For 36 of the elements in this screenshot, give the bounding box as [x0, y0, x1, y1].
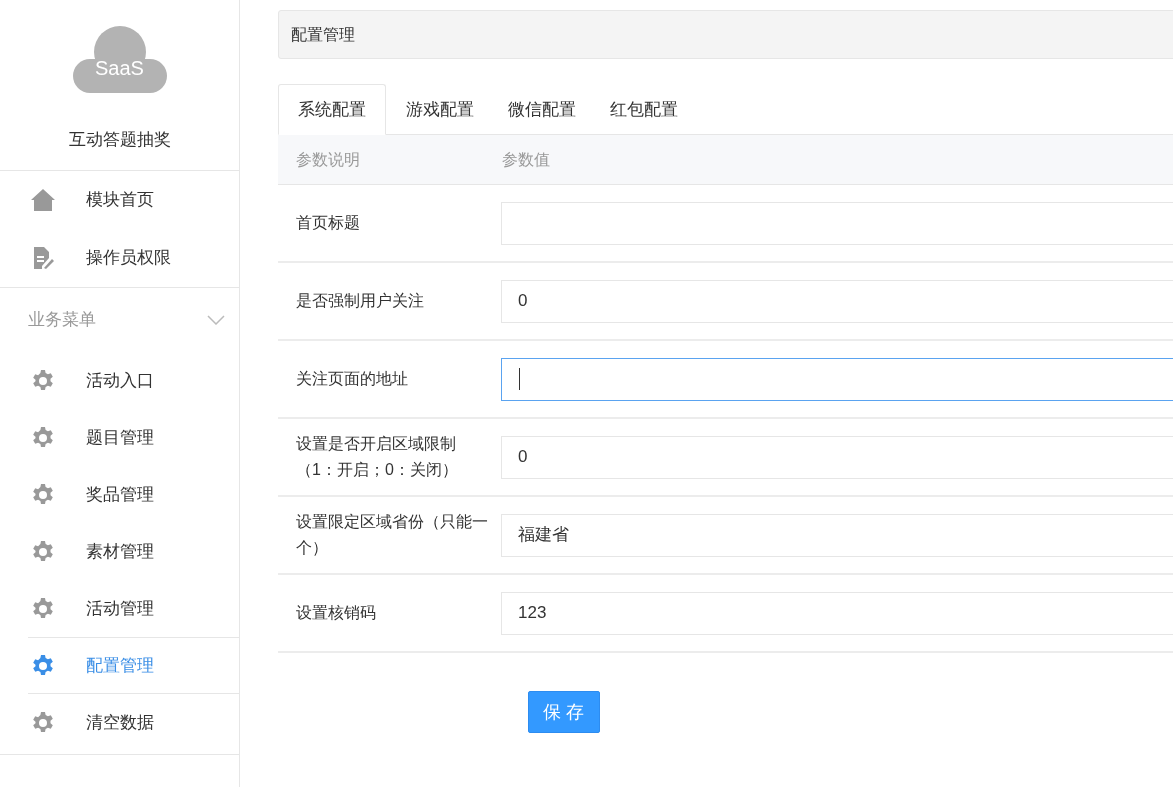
sidebar-item[interactable]: 题目管理 [28, 409, 239, 466]
input-field[interactable]: 福建省 [501, 513, 1173, 557]
gear-icon [31, 425, 55, 450]
input-field[interactable]: 0 [501, 435, 1173, 479]
home-icon [30, 188, 56, 212]
gear-icon [31, 596, 55, 621]
parameter-label: 是否强制用户关注 [295, 291, 425, 311]
input-field[interactable] [501, 357, 1173, 401]
document-edit-icon [31, 246, 55, 270]
sidebar-item[interactable]: 活动管理 [28, 580, 239, 637]
input-field[interactable]: 0 [501, 279, 1173, 323]
app-title: 互动答题抽奖 [68, 129, 171, 151]
parameter-label: 首页标题 [295, 213, 361, 233]
sidebar-item[interactable]: 操作员权限 [0, 229, 239, 287]
parameter-label: 设置限定区域省份（只能一个） [295, 512, 489, 558]
sidebar-item[interactable]: 配置管理 [28, 637, 239, 694]
input-field[interactable]: 123 [501, 591, 1173, 635]
parameter-label: 设置是否开启区域限制（1：开启；0：关闭） [295, 434, 459, 480]
tab[interactable]: 系统配置 [278, 84, 386, 135]
sidebar-item[interactable]: 奖品管理 [28, 466, 239, 523]
column-header: 参数说明 [295, 149, 361, 170]
text-cursor [519, 368, 520, 390]
gear-icon [31, 368, 55, 393]
logo-text: SaaS [94, 58, 145, 78]
column-header: 参数值 [502, 149, 550, 170]
sidebar-item[interactable]: 清空数据 [28, 694, 239, 751]
sidebar-item[interactable]: 活动入口 [28, 352, 239, 409]
gear-icon [31, 539, 55, 564]
gear-icon [31, 653, 55, 678]
sidebar-item[interactable]: 模块首页 [0, 171, 239, 229]
breadcrumb-bar: 配置管理 [278, 10, 1173, 59]
parameter-label: 设置核销码 [295, 603, 377, 623]
parameter-label: 关注页面的地址 [295, 369, 409, 389]
gear-icon [31, 710, 55, 735]
gear-icon [31, 482, 55, 507]
sidebar-item[interactable]: 素材管理 [28, 523, 239, 580]
